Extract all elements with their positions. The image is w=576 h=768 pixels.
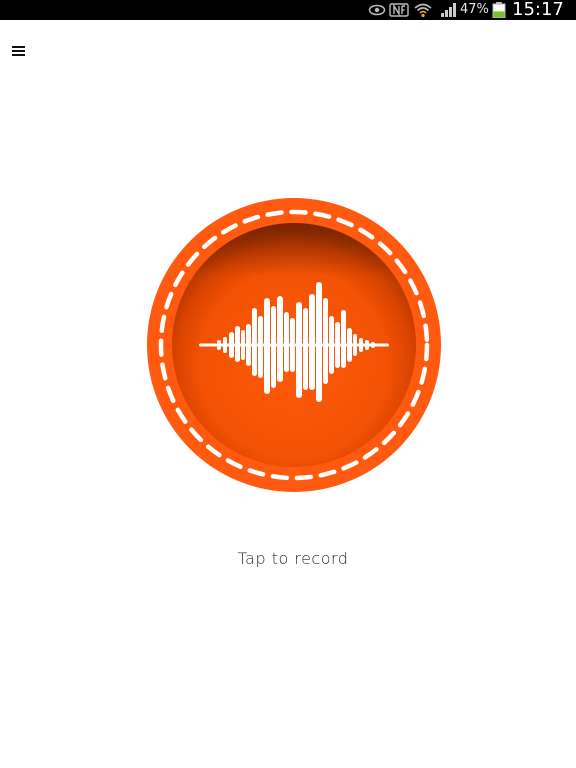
status-clock: 15:17 [512,0,564,20]
eye-icon [368,4,386,16]
status-bar: 47% 15:17 [0,0,576,20]
record-button[interactable] [147,198,441,492]
menu-button[interactable] [8,40,30,62]
nfc-icon [389,3,409,17]
record-label: Tap to record [237,549,349,568]
battery-percent-text: 47% [460,2,489,17]
wifi-icon [414,3,432,18]
signal-icon [441,3,456,17]
battery-icon [492,2,506,18]
hamburger-menu-icon [12,46,25,56]
